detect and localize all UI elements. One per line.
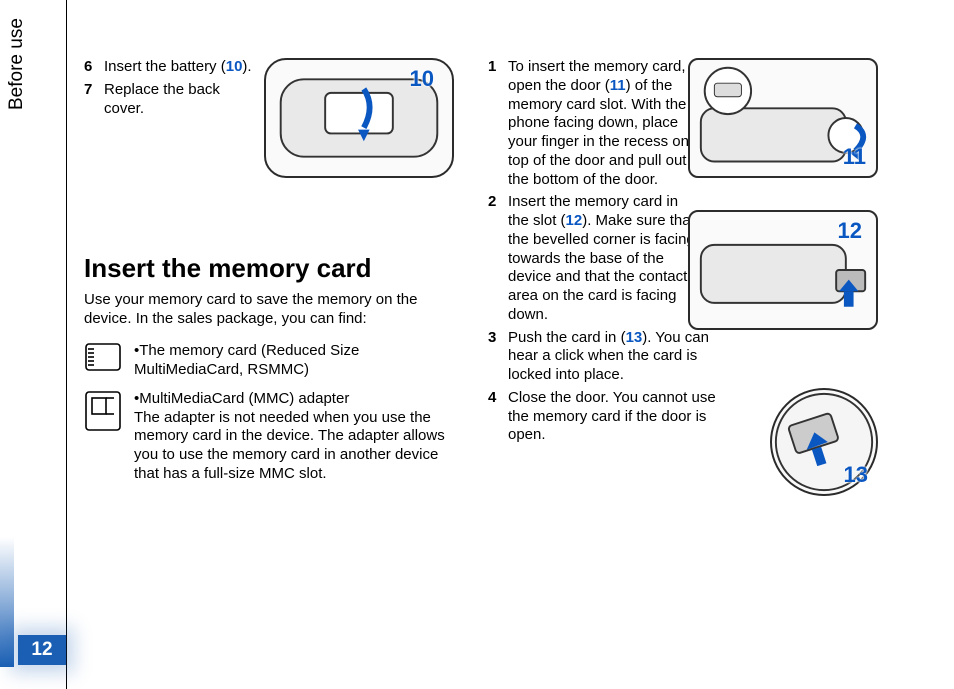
mmc-adapter-icon	[84, 390, 122, 432]
figure-label: 10	[410, 66, 434, 92]
step-text: To insert the memory card, open the door…	[508, 58, 696, 189]
bullet-mmc-adapter: •MultiMediaCard (MMC) adapter The adapte…	[84, 390, 464, 484]
bullet-rsmmc: •The memory card (Reduced Size MultiMedi…	[84, 342, 464, 380]
memory-card-steps-upper: 1 To insert the memory card, open the do…	[488, 58, 696, 325]
manual-page: Before use 12 6 Insert the battery (10).…	[0, 0, 954, 689]
step-number: 7	[84, 81, 104, 119]
rail-gradient	[0, 537, 14, 667]
memory-card-steps-lower: 3 Push the card in (13). You can hear a …	[488, 329, 728, 446]
step-text: Replace the back cover.	[104, 81, 254, 119]
step-4: 4 Close the door. You cannot use the mem…	[488, 389, 728, 445]
figure-11: 11	[688, 58, 878, 178]
step-number: 2	[488, 193, 508, 324]
section-intro: Use your memory card to save the memory …	[84, 291, 464, 329]
step-number: 3	[488, 329, 508, 385]
figure-label: 11	[843, 144, 866, 170]
left-rail: Before use 12	[0, 0, 67, 689]
step-number: 6	[84, 58, 104, 77]
step-text: Insert the memory card in the slot (12).…	[508, 193, 696, 324]
battery-steps: 6 Insert the battery (10). 7 Replace the…	[84, 58, 254, 118]
figure-ref-11: 11	[610, 77, 626, 94]
figure-ref-12: 12	[566, 212, 583, 229]
step-3: 3 Push the card in (13). You can hear a …	[488, 329, 728, 385]
bullet-text: •MultiMediaCard (MMC) adapter The adapte…	[134, 390, 464, 484]
figure-13: 13	[770, 388, 878, 496]
page-number: 12	[18, 635, 66, 665]
step-text: Insert the battery (10).	[104, 58, 254, 77]
step-number: 4	[488, 389, 508, 445]
figure-label: 12	[838, 218, 862, 244]
figure-12: 12	[688, 210, 878, 330]
section-title: Insert the memory card	[84, 252, 464, 285]
text: Push the card in (	[508, 329, 626, 346]
figure-ref-10: 10	[226, 58, 243, 75]
figure-label: 13	[844, 462, 868, 488]
step-1: 1 To insert the memory card, open the do…	[488, 58, 696, 189]
step-7: 7 Replace the back cover.	[84, 81, 254, 119]
figure-10: 10	[264, 58, 454, 178]
text: ).	[242, 58, 251, 75]
step-number: 1	[488, 58, 508, 189]
step-text: Push the card in (13). You can hear a cl…	[508, 329, 728, 385]
text: Insert the battery (	[104, 58, 226, 75]
step-2: 2 Insert the memory card in the slot (12…	[488, 193, 696, 324]
section-label: Before use	[6, 18, 28, 110]
rsmmc-card-icon	[84, 342, 122, 372]
figure-ref-13: 13	[626, 329, 643, 346]
bullet-text: •The memory card (Reduced Size MultiMedi…	[134, 342, 464, 380]
step-text: Close the door. You cannot use the memor…	[508, 389, 728, 445]
step-6: 6 Insert the battery (10).	[84, 58, 254, 77]
